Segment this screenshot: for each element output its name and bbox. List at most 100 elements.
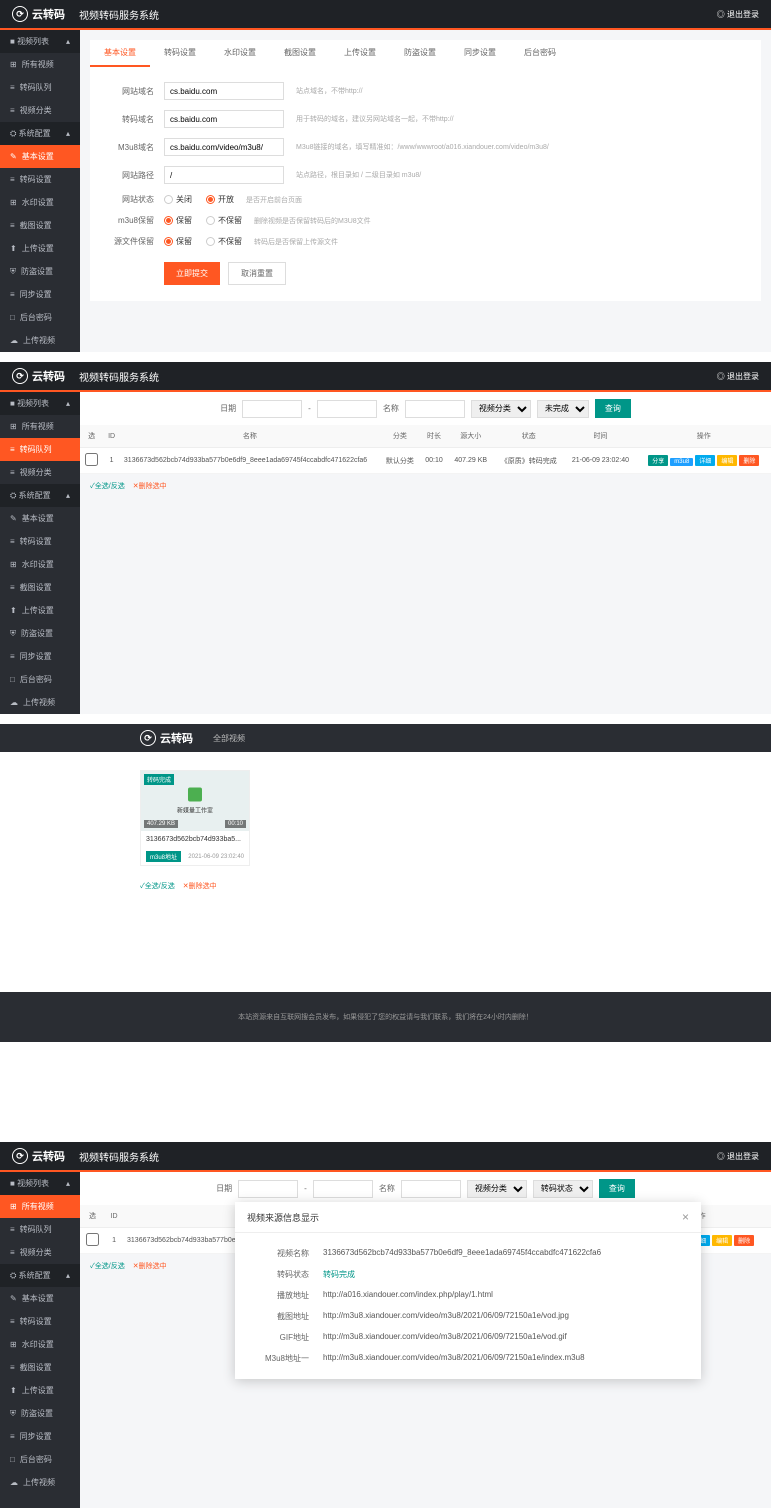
sidebar-item-watermark[interactable]: ⊞水印设置 [0,1333,80,1356]
sidebar-item-category[interactable]: ≡视频分类 [0,461,80,484]
th-ops: 操作 [637,425,771,448]
input-site-domain[interactable] [164,82,284,100]
row-checkbox[interactable] [85,453,98,466]
sidebar-group-config[interactable]: ⛭ 系统配置▴ [0,122,80,145]
cell-id: 1 [103,448,120,474]
sidebar-item-basic[interactable]: ✎基本设置 [0,507,80,530]
radio-delete-src[interactable]: 不保留 [206,236,242,247]
sidebar-item-queue[interactable]: ≡转码队列 [0,76,80,99]
op-detail[interactable]: 详细 [695,455,715,466]
sidebar-item-upload[interactable]: ⬆上传设置 [0,237,80,260]
date-from-input[interactable] [238,1180,298,1198]
sidebar-item-password[interactable]: □后台密码 [0,306,80,329]
sidebar-item-all-videos[interactable]: ⊞所有视频 [0,415,80,438]
category-select[interactable]: 视频分类 [471,400,531,418]
sidebar-item-all-videos[interactable]: ⊞所有视频 [0,53,80,76]
tab-basic[interactable]: 基本设置 [90,40,150,67]
sidebar-item-watermark[interactable]: ⊞水印设置 [0,191,80,214]
sidebar-item-password[interactable]: □后台密码 [0,1448,80,1471]
sidebar-item-transcode[interactable]: ≡转码设置 [0,1310,80,1333]
name-input[interactable] [405,400,465,418]
sidebar-item-category[interactable]: ≡视频分类 [0,99,80,122]
label-gif-url: GIF地址 [249,1332,309,1343]
op-edit[interactable]: 编辑 [712,1235,732,1246]
status-select[interactable]: 未完成 [537,400,589,418]
sidebar-item-watermark[interactable]: ⊞水印设置 [0,553,80,576]
search-button[interactable]: 查询 [599,1179,635,1198]
radio-keep-src[interactable]: 保留 [164,236,192,247]
sidebar-item-transcode[interactable]: ≡转码设置 [0,530,80,553]
logout-link[interactable]: ◎ 退出登录 [717,371,759,382]
close-icon[interactable]: × [682,1210,689,1224]
select-all-link[interactable]: ✓全选/反选 [90,1261,125,1271]
sidebar-item-antileech[interactable]: ⛨防盗设置 [0,260,80,283]
nav-all-videos[interactable]: 全部视频 [213,733,245,744]
sidebar-group-config[interactable]: ⛭ 系统配置▴ [0,1264,80,1287]
sidebar-item-basic[interactable]: ✎基本设置 [0,1287,80,1310]
sidebar-item-upload[interactable]: ⬆上传设置 [0,1379,80,1402]
row-checkbox[interactable] [86,1233,99,1246]
tab-antileech[interactable]: 防盗设置 [390,40,450,67]
delete-selected-link[interactable]: ✕删除选中 [183,881,217,891]
sidebar-group-video[interactable]: ■ 视频列表▴ [0,1172,80,1195]
date-to-input[interactable] [313,1180,373,1198]
sidebar-item-queue[interactable]: ≡转码队列 [0,438,80,461]
op-m3u8[interactable]: m3u8 [670,458,693,466]
op-delete[interactable]: 删除 [739,455,759,466]
sidebar-item-sync[interactable]: ≡同步设置 [0,645,80,668]
op-share[interactable]: 分享 [648,455,668,466]
date-to-input[interactable] [317,400,377,418]
tab-screenshot[interactable]: 截图设置 [270,40,330,67]
input-m3u8-domain[interactable] [164,138,284,156]
submit-button[interactable]: 立即提交 [164,262,220,285]
video-card[interactable]: 转码完成 新媒量工作室 407.29 KB 00:10 3136673d562b… [140,770,250,866]
logout-link[interactable]: ◎ 退出登录 [717,1151,759,1162]
sidebar-item-upload[interactable]: ⬆上传设置 [0,599,80,622]
sidebar-item-upload-video[interactable]: ☁上传视频 [0,329,80,352]
sidebar-item-sync[interactable]: ≡同步设置 [0,283,80,306]
sidebar-item-all-videos[interactable]: ⊞所有视频 [0,1195,80,1218]
name-input[interactable] [401,1180,461,1198]
search-button[interactable]: 查询 [595,399,631,418]
delete-selected-link[interactable]: ✕删除选中 [133,1261,167,1271]
sidebar-item-screenshot[interactable]: ≡截图设置 [0,1356,80,1379]
select-all-link[interactable]: ✓全选/反选 [90,481,125,491]
op-delete[interactable]: 删除 [734,1235,754,1246]
sidebar-item-antileech[interactable]: ⛨防盗设置 [0,622,80,645]
status-select[interactable]: 转码状态 [533,1180,593,1198]
radio-delete[interactable]: 不保留 [206,215,242,226]
sidebar-item-password[interactable]: □后台密码 [0,668,80,691]
sidebar-group-video[interactable]: ■ 视频列表▴ [0,392,80,415]
logout-link[interactable]: ◎ 退出登录 [717,9,759,20]
sidebar-group-config[interactable]: ⛭ 系统配置▴ [0,484,80,507]
sidebar-item-transcode[interactable]: ≡转码设置 [0,168,80,191]
tab-sync[interactable]: 同步设置 [450,40,510,67]
radio-open[interactable]: 开放 [206,194,234,205]
input-site-path[interactable] [164,166,284,184]
reset-button[interactable]: 取消重置 [228,262,286,285]
radio-closed[interactable]: 关闭 [164,194,192,205]
sidebar-item-screenshot[interactable]: ≡截图设置 [0,214,80,237]
select-all-link[interactable]: ✓全选/反选 [140,881,175,891]
m3u8-button[interactable]: m3u8地址 [146,851,181,862]
sidebar-item-screenshot[interactable]: ≡截图设置 [0,576,80,599]
radio-keep[interactable]: 保留 [164,215,192,226]
op-edit[interactable]: 编辑 [717,455,737,466]
table-row: 1 3136673d562bcb74d933ba577b0e6df9_8eee1… [80,448,771,474]
tab-upload[interactable]: 上传设置 [330,40,390,67]
sidebar-item-upload-video[interactable]: ☁上传视频 [0,1471,80,1494]
sidebar-item-antileech[interactable]: ⛨防盗设置 [0,1402,80,1425]
sidebar-item-category[interactable]: ≡视频分类 [0,1241,80,1264]
category-select[interactable]: 视频分类 [467,1180,527,1198]
delete-selected-link[interactable]: ✕删除选中 [133,481,167,491]
date-from-input[interactable] [242,400,302,418]
sidebar-group-video[interactable]: ■ 视频列表▴ [0,30,80,53]
sidebar-item-basic[interactable]: ✎基本设置 [0,145,80,168]
sidebar-item-upload-video[interactable]: ☁上传视频 [0,691,80,714]
tab-password[interactable]: 后台密码 [510,40,570,67]
tab-transcode[interactable]: 转码设置 [150,40,210,67]
sidebar-item-queue[interactable]: ≡转码队列 [0,1218,80,1241]
tab-watermark[interactable]: 水印设置 [210,40,270,67]
input-trans-domain[interactable] [164,110,284,128]
sidebar-item-sync[interactable]: ≡同步设置 [0,1425,80,1448]
